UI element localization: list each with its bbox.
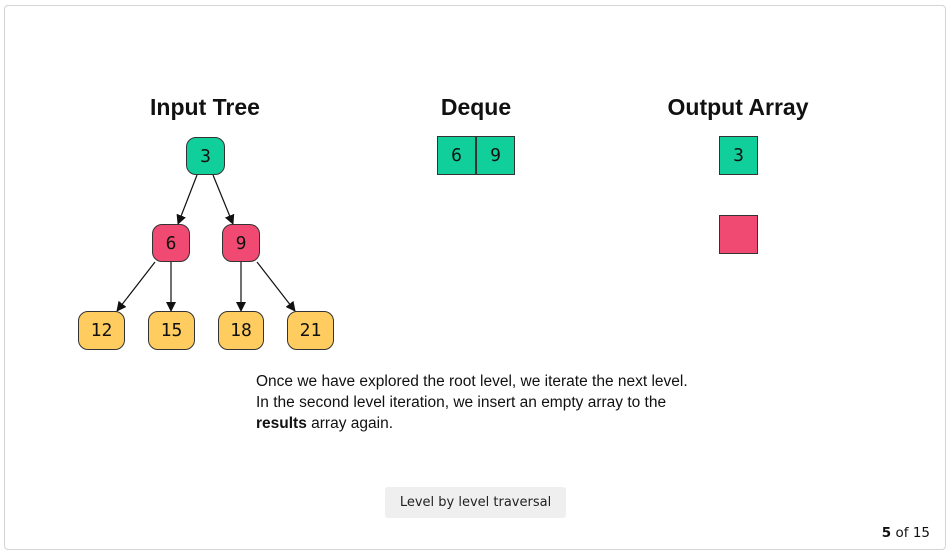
output-empty-array (719, 215, 758, 254)
edge-3-9 (212, 174, 235, 225)
tree-node-level2: 6 (152, 224, 190, 262)
tree-node-root: 3 (186, 137, 225, 175)
slide-pager: 5 of 15 (882, 525, 930, 541)
description-line: results array again. (256, 413, 726, 434)
step-description: Once we have explored the root level, we… (256, 371, 726, 434)
description-line-rest: array again. (306, 415, 394, 432)
output-cell: 3 (719, 136, 758, 175)
edge-6-12 (116, 261, 156, 312)
pager-total: 15 (912, 525, 930, 541)
tree-node-level3: 21 (287, 311, 334, 350)
tree-node-level2: 9 (222, 224, 260, 262)
tree-node-level3: 12 (78, 311, 125, 350)
edge-9-21 (256, 261, 296, 312)
pager-current: 5 (881, 525, 892, 541)
description-line: In the second level iteration, we insert… (256, 394, 667, 411)
edge-3-6 (176, 174, 198, 225)
pager-separator: of (895, 525, 909, 541)
results-keyword: results (256, 415, 307, 432)
slide-caption: Level by level traversal (385, 487, 566, 518)
tree-edges (116, 174, 296, 312)
description-line: Once we have explored the root level, we… (256, 373, 688, 390)
deque-cell: 9 (476, 136, 515, 175)
tree-node-level3: 18 (218, 311, 264, 350)
tree-node-level3: 15 (148, 311, 195, 350)
deque-cell: 6 (437, 136, 476, 175)
